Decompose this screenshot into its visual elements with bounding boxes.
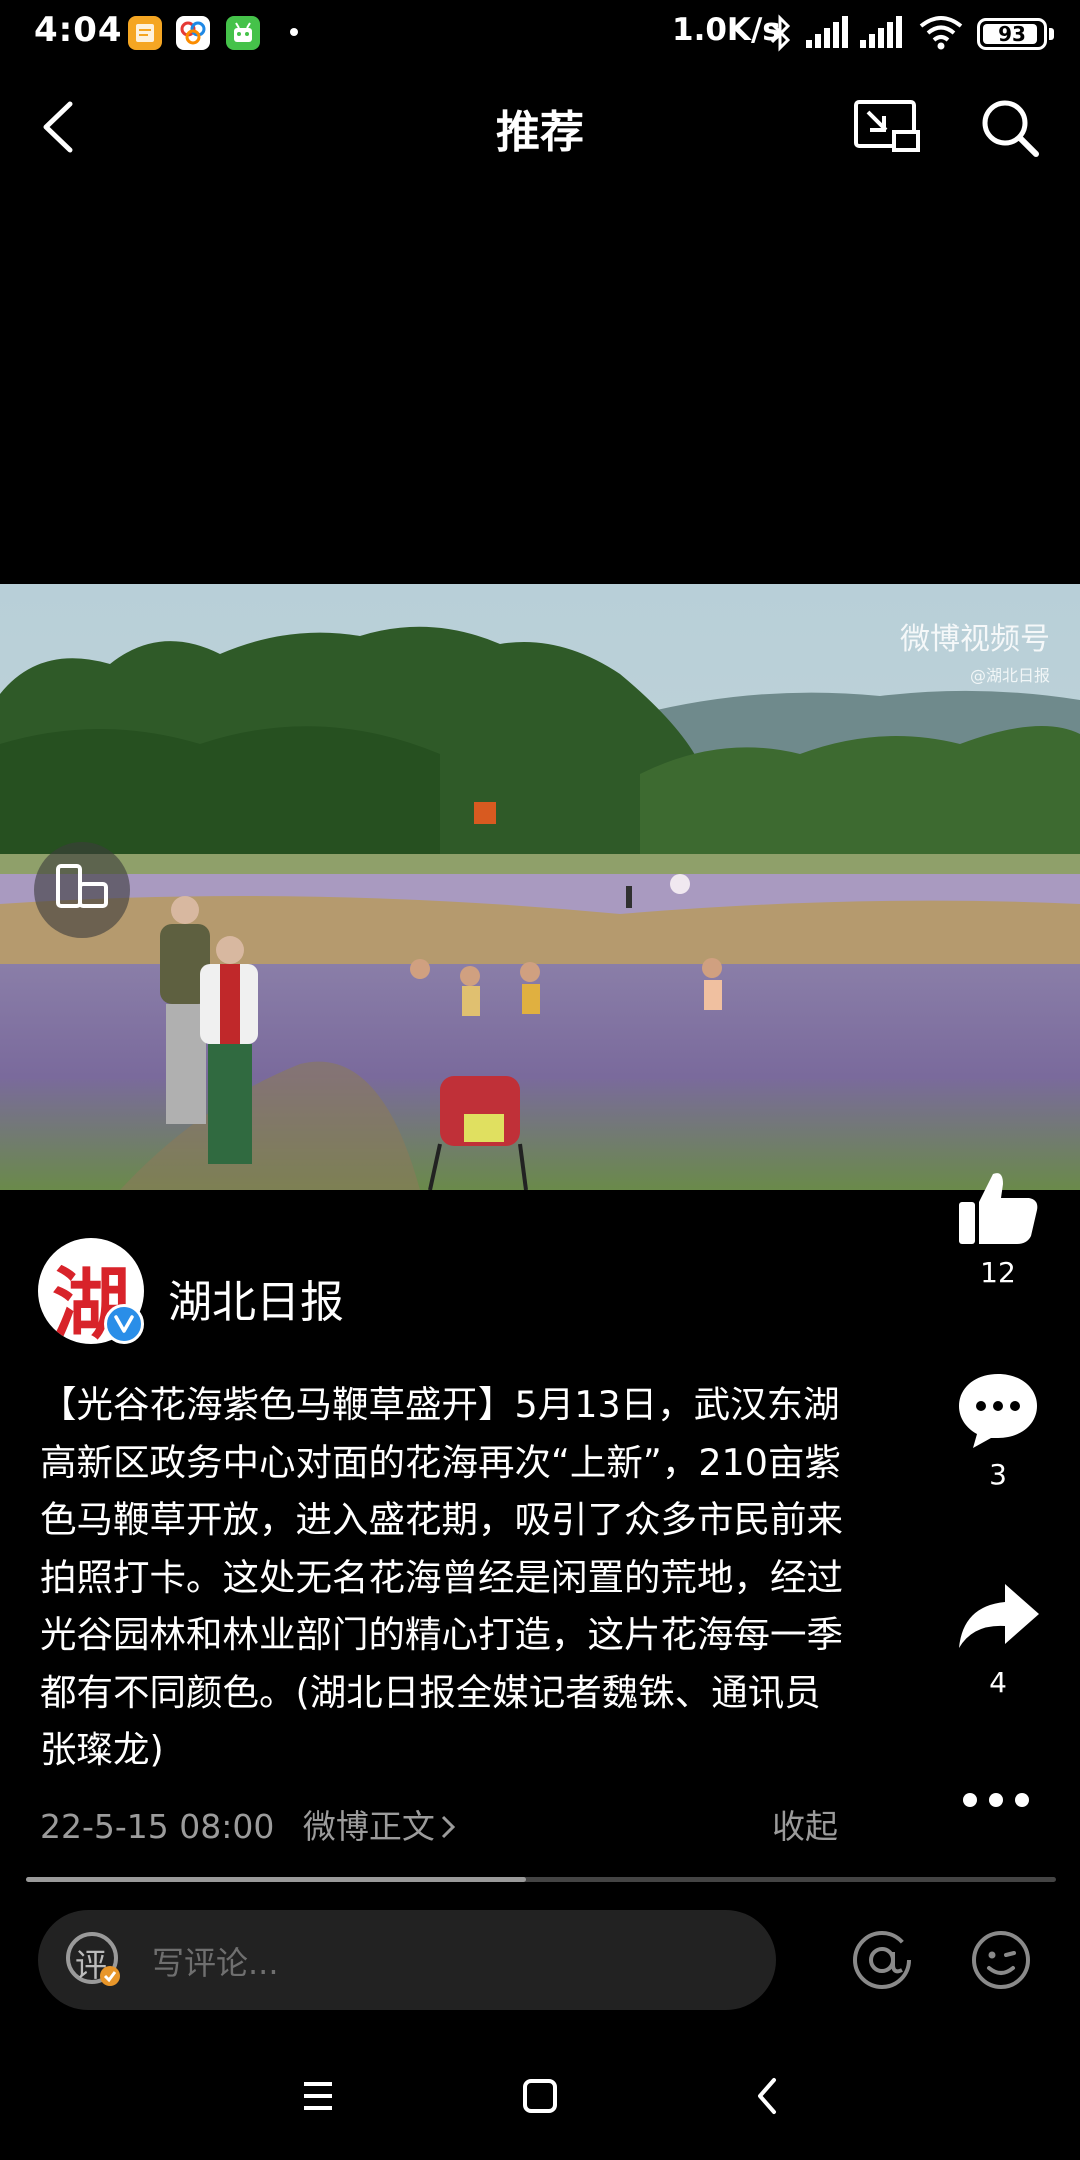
network-speed: 1.0K/s bbox=[672, 12, 781, 48]
share-arrow-icon bbox=[959, 1584, 1039, 1648]
collapse-button[interactable]: 收起 bbox=[772, 1800, 838, 1848]
emoji-button[interactable] bbox=[969, 1928, 1033, 1992]
video-progress-bar[interactable] bbox=[26, 1877, 1056, 1882]
video-progress-fill bbox=[26, 1877, 526, 1882]
nav-back-icon bbox=[758, 2078, 776, 2114]
like-action[interactable]: 12 bbox=[940, 1168, 1056, 1289]
menu-icon bbox=[304, 2082, 332, 2110]
post-date: 22-5-15 08:00 bbox=[40, 1807, 275, 1846]
at-sign-icon bbox=[853, 1931, 911, 1989]
more-button[interactable] bbox=[958, 1780, 1034, 1820]
verified-badge-icon bbox=[104, 1304, 144, 1344]
status-time: 4:04 bbox=[34, 10, 123, 50]
baidu-app-icon bbox=[176, 16, 210, 50]
wifi-icon bbox=[918, 14, 964, 54]
author-name[interactable]: 湖北日报 bbox=[168, 1266, 344, 1330]
nav-home-button[interactable] bbox=[510, 2070, 570, 2122]
battery-icon: 93 bbox=[977, 18, 1047, 50]
emoji-icon bbox=[972, 1931, 1030, 1989]
cast-button[interactable] bbox=[852, 96, 922, 156]
weibo-source-link[interactable]: 微博正文 bbox=[303, 1800, 457, 1848]
post-text: 【光谷花海紫色马鞭草盛开】5月13日，武汉东湖高新区政务中心对面的花海再次“上新… bbox=[40, 1383, 843, 1771]
watermark-sub: @湖北日报 bbox=[969, 666, 1050, 685]
chevron-right-icon bbox=[441, 1815, 456, 1839]
comment-count: 3 bbox=[989, 1458, 1007, 1491]
weibo-source-label: 微博正文 bbox=[302, 1807, 435, 1846]
battery-tip bbox=[1049, 28, 1054, 40]
nav-back-button[interactable] bbox=[738, 2070, 798, 2122]
cast-icon bbox=[854, 100, 920, 152]
bluetooth-icon bbox=[768, 14, 794, 56]
android-app-icon bbox=[226, 16, 260, 50]
video-player[interactable]: 微博视频号 @湖北日报 bbox=[0, 584, 1080, 1190]
nav-menu-button[interactable] bbox=[288, 2070, 348, 2122]
home-square-icon bbox=[523, 2079, 557, 2113]
rotate-screen-button[interactable] bbox=[34, 842, 130, 938]
post-meta: 22-5-15 08:00 微博正文 bbox=[40, 1800, 457, 1848]
battery-level: 93 bbox=[998, 22, 1026, 46]
comment-input[interactable]: 评 写评论... bbox=[38, 1910, 776, 2010]
video-watermark: 微博视频号 @湖北日报 bbox=[900, 614, 1050, 686]
watermark-main: 微博视频号 bbox=[900, 622, 1050, 657]
notification-dot bbox=[290, 28, 298, 36]
mention-button[interactable] bbox=[850, 1928, 914, 1992]
more-dots-icon bbox=[963, 1793, 1029, 1807]
share-count: 4 bbox=[989, 1666, 1007, 1699]
share-action[interactable]: 4 bbox=[940, 1578, 1056, 1699]
notes-app-icon bbox=[128, 16, 162, 50]
status-bar: 4:04 1.0K/s 93 bbox=[0, 0, 1080, 64]
rotate-screen-icon bbox=[56, 864, 108, 908]
comment-badge-char: 评 bbox=[75, 1946, 108, 1984]
like-count: 12 bbox=[980, 1256, 1016, 1289]
signal-icon bbox=[806, 14, 906, 54]
search-button[interactable] bbox=[978, 96, 1042, 160]
comment-badge-icon: 评 bbox=[62, 1928, 126, 1992]
thumbs-up-icon bbox=[959, 1173, 1038, 1244]
comment-bubble-icon bbox=[959, 1374, 1037, 1448]
comment-placeholder: 写评论... bbox=[152, 1944, 279, 1982]
comment-action[interactable]: 3 bbox=[940, 1370, 1056, 1491]
search-icon bbox=[982, 100, 1039, 157]
